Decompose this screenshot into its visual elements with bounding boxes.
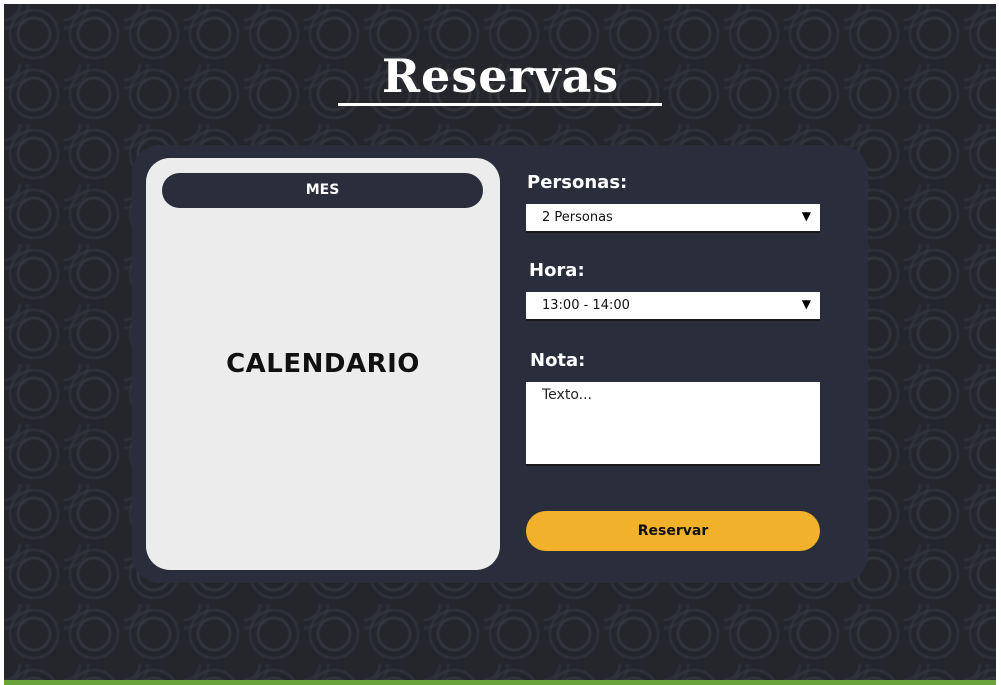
personas-select[interactable]: 2 Personas ▼ (526, 204, 820, 233)
calendar-month-button[interactable]: MES (162, 173, 483, 208)
page-title: Reservas (381, 49, 620, 103)
hora-select[interactable]: 13:00 - 14:00 ▼ (526, 292, 820, 321)
hora-label: Hora: (529, 260, 585, 281)
bottom-accent-strip (4, 680, 996, 685)
personas-label: Personas: (527, 172, 628, 193)
title-underline (338, 103, 662, 106)
note-textarea[interactable] (526, 382, 820, 466)
calendar-placeholder: CALENDARIO (226, 349, 420, 379)
nota-label: Nota: (530, 350, 586, 371)
personas-select-value: 2 Personas (542, 210, 613, 225)
chevron-down-icon: ▼ (801, 297, 811, 311)
hora-select-value: 13:00 - 14:00 (542, 298, 630, 313)
chevron-down-icon: ▼ (801, 209, 811, 223)
reserve-button[interactable]: Reservar (526, 511, 820, 551)
